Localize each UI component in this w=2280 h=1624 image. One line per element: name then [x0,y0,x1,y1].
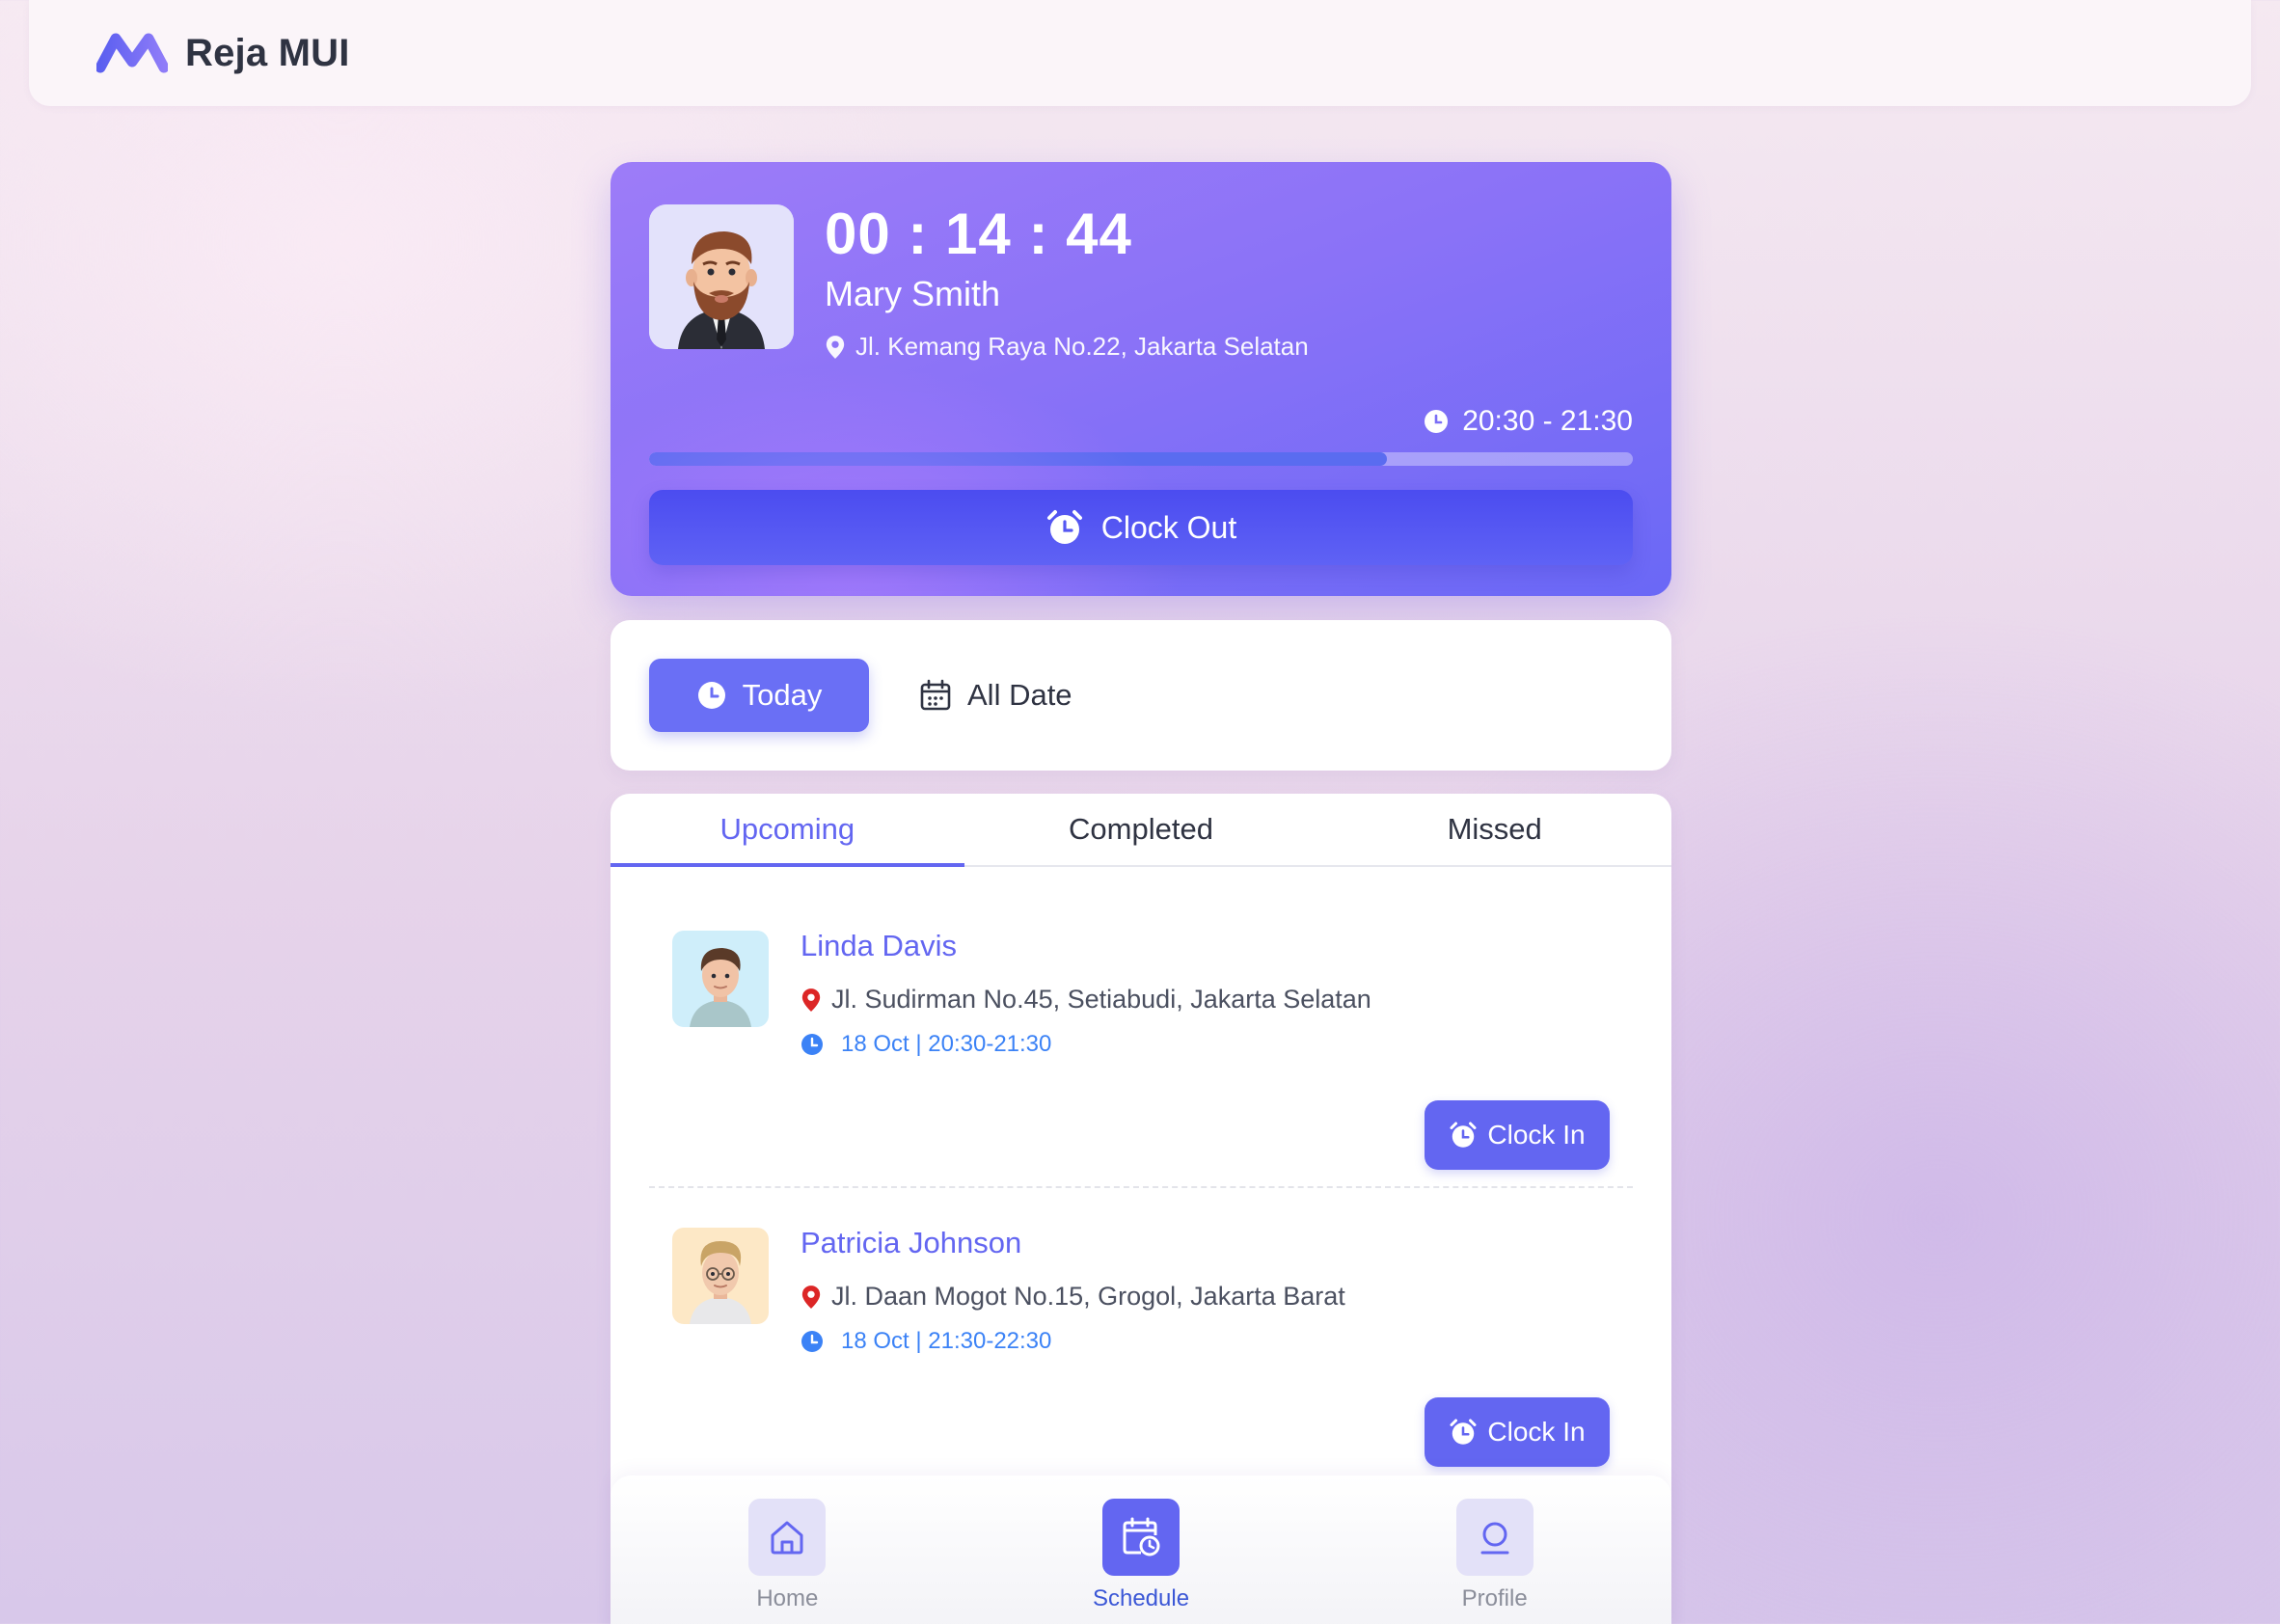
active-shift-card: 00 : 14 : 44 Mary Smith Jl. Kemang Raya … [611,162,1671,596]
appointment-time-text: 18 Oct | 20:30-21:30 [841,1031,1052,1057]
nav-icon-box [1102,1499,1180,1576]
nav-label-schedule: Schedule [1092,1585,1190,1611]
all-date-filter-label: All Date [967,678,1072,712]
patient-avatar [672,931,769,1027]
tab-upcoming[interactable]: Upcoming [611,794,964,867]
clock-in-label: Clock In [1487,1120,1586,1150]
patient-avatar [672,1228,769,1324]
calendar-icon [920,679,951,711]
clock-icon [697,682,725,709]
brand-logo-icon[interactable] [96,33,168,73]
clock-icon [801,1331,823,1352]
clock-in-label: Clock In [1487,1417,1586,1447]
bearded-man-avatar-icon [649,204,794,349]
patient-address: Jl. Sudirman No.45, Setiabudi, Jakarta S… [801,985,1371,1015]
alarm-clock-icon [1046,510,1082,544]
location-pin-icon [826,335,845,359]
patient-name[interactable]: Linda Davis [801,929,957,963]
nav-icon-box [748,1499,827,1576]
bottom-navigation: Home Schedule Profile [611,1475,1671,1624]
patient-address: Jl. Daan Mogot No.15, Grogol, Jakarta Ba… [801,1282,1345,1312]
nav-item-schedule[interactable]: Schedule [964,1475,1318,1624]
calendar-clock-icon [1123,1517,1160,1556]
appointment-time-text: 18 Oct | 21:30-22:30 [841,1328,1052,1354]
shift-progress-bar [649,452,1633,466]
shift-timer: 00 : 14 : 44 [825,202,1132,266]
nav-item-home[interactable]: Home [611,1475,964,1624]
brand-name[interactable]: Reja MUI [185,32,350,75]
tab-missed[interactable]: Missed [1317,794,1671,865]
man-with-glasses-avatar-icon [672,1228,769,1324]
user-address-text: Jl. Kemang Raya No.22, Jakarta Selatan [855,332,1309,361]
status-tabs: Upcoming Completed Missed [611,794,1671,867]
clock-icon [801,1034,823,1055]
profile-icon [1480,1522,1509,1555]
list-item: Patricia Johnson Jl. Daan Mogot No.15, G… [649,1187,1633,1467]
clock-out-button[interactable]: Clock Out [649,490,1633,565]
today-filter-button[interactable]: Today [649,659,869,732]
patient-address-text: Jl. Sudirman No.45, Setiabudi, Jakarta S… [831,985,1371,1014]
shift-progress-fill [649,452,1387,466]
nav-item-profile[interactable]: Profile [1317,1475,1671,1624]
man-avatar-icon [672,931,769,1027]
home-icon [771,1521,803,1555]
patient-address-text: Jl. Daan Mogot No.15, Grogol, Jakarta Ba… [831,1282,1345,1311]
location-pin-icon [801,1285,821,1309]
list-item: Linda Davis Jl. Sudirman No.45, Setiabud… [649,890,1633,1170]
shift-time-text: 20:30 - 21:30 [1462,405,1633,437]
clock-in-button[interactable]: Clock In [1425,1397,1610,1467]
appointment-time: 18 Oct | 20:30-21:30 [801,1031,1051,1058]
alarm-clock-icon [1450,1122,1477,1148]
appointment-time: 18 Oct | 21:30-22:30 [801,1328,1051,1355]
nav-label-home: Home [756,1585,819,1611]
top-header: Reja MUI [29,0,2251,106]
clock-out-label: Clock Out [1100,509,1237,545]
shift-time-range: 20:30 - 21:30 [1424,405,1633,438]
alarm-clock-icon [1450,1419,1477,1445]
date-filter-card: Today All Date [611,620,1671,771]
clock-icon [1425,410,1449,433]
patient-name[interactable]: Patricia Johnson [801,1226,1021,1260]
nav-icon-box [1455,1499,1534,1576]
all-date-filter-button[interactable]: All Date [900,659,1093,732]
clock-in-button[interactable]: Clock In [1425,1100,1610,1170]
user-name: Mary Smith [825,274,1001,313]
user-address: Jl. Kemang Raya No.22, Jakarta Selatan [825,332,1309,362]
today-filter-label: Today [742,678,823,712]
user-avatar [649,204,794,349]
tab-completed[interactable]: Completed [964,794,1318,865]
nav-label-profile: Profile [1461,1585,1528,1611]
location-pin-icon [801,988,821,1012]
